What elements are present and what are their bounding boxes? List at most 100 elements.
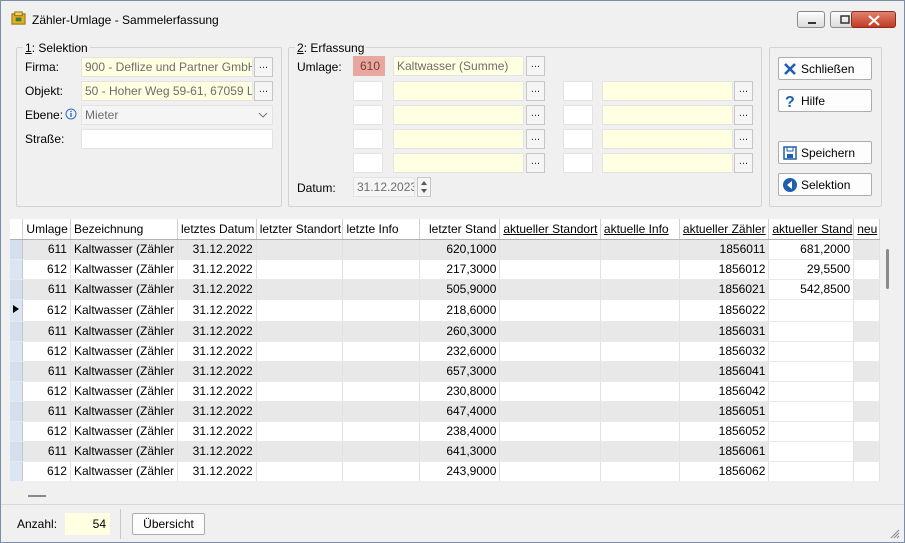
cell-umlage[interactable]: 611 [22, 441, 71, 462]
cell-aktuelle-info[interactable] [600, 441, 680, 462]
cell-letzter-standort[interactable] [256, 239, 344, 260]
cell-neu[interactable] [853, 421, 880, 442]
cell-letztes-datum[interactable]: 31.12.2022 [177, 421, 257, 442]
row-browse-button[interactable]: ... [526, 153, 545, 173]
col-aktueller-standort[interactable]: aktueller Standort [499, 219, 601, 240]
help-button[interactable]: ? Hilfe [778, 89, 872, 112]
cell-bezeichnung[interactable]: Kaltwasser (Zähler [70, 401, 179, 422]
cell-aktueller-stand[interactable]: 542,8500 [768, 279, 855, 300]
cell-neu[interactable] [853, 279, 880, 300]
row-browse-button[interactable]: ... [526, 129, 545, 149]
cell-aktueller-stand[interactable] [768, 441, 855, 462]
cell-umlage[interactable]: 612 [22, 299, 71, 322]
cell-letztes-datum[interactable]: 31.12.2022 [177, 441, 257, 462]
strasse-field[interactable] [81, 129, 273, 149]
selection-button[interactable]: Selektion [778, 173, 872, 196]
cell-neu[interactable] [853, 239, 880, 260]
cell-umlage[interactable]: 612 [22, 381, 71, 402]
cell-letzte-info[interactable] [342, 461, 421, 481]
ebene-select[interactable]: Mieter [81, 105, 273, 125]
cell-letzte-info[interactable] [342, 321, 421, 342]
overview-button[interactable]: Übersicht [132, 513, 205, 535]
cell-letzter-standort[interactable] [256, 361, 344, 382]
cell-letzte-info[interactable] [342, 381, 421, 402]
table-row[interactable]: 612 Kaltwasser (Zähler 31.12.2022 243,9000 1… [10, 461, 880, 481]
cell-umlage[interactable]: 612 [22, 461, 71, 481]
cell-letztes-datum[interactable]: 31.12.2022 [177, 299, 257, 322]
cell-aktueller-stand[interactable] [768, 361, 855, 382]
cell-aktueller-standort[interactable] [499, 341, 601, 362]
datum-spinner[interactable] [417, 177, 431, 197]
table-row[interactable]: 612 Kaltwasser (Zähler 31.12.2022 232,6000 1… [10, 341, 880, 362]
cell-aktueller-zaehler[interactable]: 1856051 [679, 401, 770, 422]
cell-letzter-stand[interactable]: 238,4000 [419, 421, 501, 442]
umlage-row-input[interactable] [353, 81, 383, 101]
cell-letzter-stand[interactable]: 232,6000 [419, 341, 501, 362]
row-browse-button[interactable]: ... [526, 81, 545, 101]
cell-letztes-datum[interactable]: 31.12.2022 [177, 401, 257, 422]
cell-aktuelle-info[interactable] [600, 341, 680, 362]
row-browse-button[interactable]: ... [526, 105, 545, 125]
table-row[interactable]: 611 Kaltwasser (Zähler 31.12.2022 620,1000 1… [10, 239, 880, 260]
cell-aktueller-standort[interactable] [499, 259, 601, 280]
cell-letzte-info[interactable] [342, 361, 421, 382]
cell-neu[interactable] [853, 361, 880, 382]
cell-neu[interactable] [853, 259, 880, 280]
cell-umlage[interactable]: 611 [22, 321, 71, 342]
cell-letzte-info[interactable] [342, 341, 421, 362]
cell-neu[interactable] [853, 321, 880, 342]
cell-letzter-standort[interactable] [256, 381, 344, 402]
cell-letzte-info[interactable] [342, 421, 421, 442]
cell-letzter-stand[interactable]: 243,9000 [419, 461, 501, 481]
cell-aktueller-zaehler[interactable]: 1856042 [679, 381, 770, 402]
cell-aktueller-stand[interactable] [768, 381, 855, 402]
objekt-browse-button[interactable]: ... [254, 81, 273, 101]
cell-aktueller-zaehler[interactable]: 1856011 [679, 239, 770, 260]
cell-aktuelle-info[interactable] [600, 381, 680, 402]
cell-aktueller-standort[interactable] [499, 279, 601, 300]
save-button[interactable]: Speichern [778, 141, 872, 164]
umlage-row-input[interactable] [563, 153, 593, 173]
cell-letzter-stand[interactable]: 218,6000 [419, 299, 501, 322]
col-letztes-datum[interactable]: letztes Datum [177, 219, 257, 240]
cell-aktueller-standort[interactable] [499, 401, 601, 422]
info-icon[interactable] [65, 108, 77, 120]
cell-aktuelle-info[interactable] [600, 361, 680, 382]
horizontal-scrollbar[interactable] [10, 481, 880, 503]
cell-aktuelle-info[interactable] [600, 401, 680, 422]
close-window-button[interactable] [851, 11, 896, 28]
cell-umlage[interactable]: 611 [22, 401, 71, 422]
horizontal-scroll-thumb[interactable] [28, 495, 46, 497]
cell-letztes-datum[interactable]: 31.12.2022 [177, 461, 257, 481]
table-row[interactable]: 611 Kaltwasser (Zähler 31.12.2022 657,3000 1… [10, 361, 880, 382]
table-row[interactable]: 612 Kaltwasser (Zähler 31.12.2022 218,6000 1… [10, 299, 880, 322]
cell-aktuelle-info[interactable] [600, 321, 680, 342]
cell-aktueller-standort[interactable] [499, 239, 601, 260]
cell-letzter-stand[interactable]: 260,3000 [419, 321, 501, 342]
cell-aktuelle-info[interactable] [600, 421, 680, 442]
cell-aktueller-stand[interactable]: 681,2000 [768, 239, 855, 260]
cell-letzter-stand[interactable]: 217,3000 [419, 259, 501, 280]
cell-bezeichnung[interactable]: Kaltwasser (Zähler [70, 341, 179, 362]
cell-neu[interactable] [853, 299, 880, 322]
cell-bezeichnung[interactable]: Kaltwasser (Zähler [70, 259, 179, 280]
cell-bezeichnung[interactable]: Kaltwasser (Zähler [70, 421, 179, 442]
cell-aktueller-stand[interactable] [768, 341, 855, 362]
cell-letzter-standort[interactable] [256, 441, 344, 462]
datum-field[interactable]: 31.12.2023 [353, 177, 415, 197]
firma-field[interactable]: 900 - Deflize und Partner GmbH [81, 57, 253, 77]
cell-umlage[interactable]: 611 [22, 239, 71, 260]
vertical-scrollbar[interactable] [880, 219, 897, 481]
firma-browse-button[interactable]: ... [254, 57, 273, 77]
cell-letzter-standort[interactable] [256, 299, 344, 322]
cell-letzter-standort[interactable] [256, 461, 344, 481]
row-browse-button[interactable]: ... [734, 129, 753, 149]
cell-neu[interactable] [853, 381, 880, 402]
cell-aktueller-stand[interactable]: 29,5500 [768, 259, 855, 280]
cell-letzte-info[interactable] [342, 239, 421, 260]
cell-aktueller-standort[interactable] [499, 461, 601, 481]
col-umlage[interactable]: Umlage [22, 219, 71, 240]
cell-bezeichnung[interactable]: Kaltwasser (Zähler [70, 381, 179, 402]
cell-umlage[interactable]: 611 [22, 279, 71, 300]
table-row[interactable]: 612 Kaltwasser (Zähler 31.12.2022 217,3000 1… [10, 259, 880, 280]
